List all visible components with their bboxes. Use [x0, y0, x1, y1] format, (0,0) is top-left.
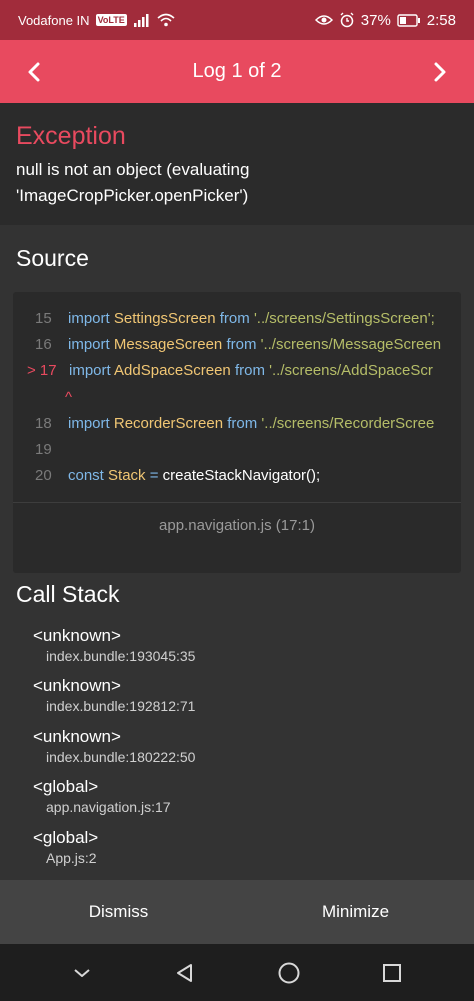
code-line: 19: [13, 437, 461, 463]
code-frame[interactable]: 15 import SettingsScreen from '../screens…: [13, 292, 461, 573]
frame-function: <unknown>: [33, 626, 121, 645]
minimize-button[interactable]: Minimize: [237, 880, 474, 944]
status-bar: Vodafone IN VoLTE 37% 2:58: [0, 0, 474, 40]
code-keyword: from: [234, 362, 265, 380]
log-header: Log 1 of 2: [0, 40, 474, 103]
stack-frames: <unknown> index.bundle:193045:35 <unknow…: [33, 625, 195, 877]
nav-back-button[interactable]: [165, 953, 205, 993]
frame-location: index.bundle:192812:71: [46, 698, 196, 715]
exception-message-line: null is not an object (evaluating: [16, 160, 250, 179]
battery-percent: 37%: [360, 11, 391, 29]
line-number: 19: [35, 440, 52, 458]
recents-square-icon: [383, 963, 402, 982]
nav-recents-button[interactable]: [372, 953, 412, 993]
back-triangle-icon: [177, 963, 193, 982]
stack-frame[interactable]: <global> App.js:2: [33, 827, 195, 877]
code-identifier: SettingsScreen: [113, 310, 216, 327]
frame-location: index.bundle:180222:50: [46, 748, 196, 765]
code-line-highlighted: > 17 import AddSpaceScreen from '../scree…: [13, 358, 461, 384]
code-keyword: const: [68, 467, 104, 485]
code-lines: 15 import SettingsScreen from '../screens…: [13, 306, 461, 489]
status-right: 37% 2:58: [314, 11, 456, 29]
volte-badge: VoLTE: [95, 14, 127, 26]
stack-frame[interactable]: <unknown> index.bundle:192812:71: [33, 675, 195, 725]
next-log-button[interactable]: [410, 40, 470, 103]
code-string: '../screens/SettingsScreen';: [253, 310, 435, 327]
signal-icon: [133, 14, 149, 27]
source-section: Source 15 import SettingsScreen from '../…: [0, 225, 474, 573]
carrier-name: Vodafone IN: [18, 12, 90, 28]
code-identifier: Stack: [108, 467, 146, 485]
code-operator: =: [149, 467, 159, 485]
frame-function: <unknown>: [33, 726, 121, 746]
code-string: '../screens/AddSpaceScr: [269, 362, 433, 380]
stack-frame[interactable]: <unknown> index.bundle:180222:50: [33, 726, 195, 776]
dismiss-button[interactable]: Dismiss: [0, 880, 237, 944]
nav-home-button[interactable]: [269, 953, 309, 993]
frame-function: <global>: [33, 827, 99, 847]
code-line: 20 const Stack = createStackNavigator();: [13, 463, 461, 489]
nav-hide-button[interactable]: [62, 953, 102, 993]
code-keyword: import: [68, 310, 110, 327]
line-number: 18: [35, 414, 52, 432]
code-string: '../screens/MessageScreen: [260, 336, 442, 354]
log-title: Log 1 of 2: [192, 60, 282, 82]
line-number: 15: [35, 310, 52, 327]
previous-log-button[interactable]: [4, 40, 64, 103]
frame-function: <unknown>: [33, 676, 121, 696]
code-keyword: from: [219, 310, 250, 327]
source-file-location: app.navigation.js (17:1): [13, 502, 461, 548]
source-title: Source: [16, 245, 89, 271]
code-keyword: from: [226, 336, 257, 354]
system-nav-bar: [0, 944, 474, 1001]
call-stack-title: Call Stack: [16, 581, 120, 607]
stack-frame[interactable]: <global> app.navigation.js:17: [33, 776, 195, 826]
line-number: 16: [35, 336, 52, 354]
frame-location: index.bundle:193045:35: [46, 648, 196, 664]
eye-icon: [314, 15, 333, 25]
line-number: 20: [35, 467, 52, 485]
stack-frame[interactable]: <unknown> index.bundle:193045:35: [33, 625, 195, 675]
frame-function: <global>: [33, 777, 99, 797]
code-identifier: MessageScreen: [113, 336, 223, 354]
chevron-left-icon: [28, 62, 40, 81]
code-identifier: AddSpaceScreen: [114, 362, 231, 380]
code-string: '../screens/RecorderScree: [261, 414, 435, 432]
call-stack-section: Call Stack <unknown> index.bundle:193045…: [0, 573, 474, 880]
code-line: 15 import SettingsScreen from '../screens…: [13, 306, 461, 332]
alarm-icon: [340, 12, 354, 28]
clock-time: 2:58: [426, 11, 456, 29]
exception-message-line: 'ImageCropPicker.openPicker'): [16, 186, 249, 205]
code-line: 16 import MessageScreen from '../screens/…: [13, 332, 461, 358]
line-number: > 17: [27, 362, 57, 380]
frame-location: app.navigation.js:17: [46, 799, 171, 816]
code-keyword: import: [68, 336, 110, 354]
code-keyword: from: [227, 414, 258, 432]
frame-location: App.js:2: [46, 849, 97, 866]
wifi-icon: [157, 13, 175, 27]
code-plain: createStackNavigator();: [162, 467, 321, 485]
code-identifier: RecorderScreen: [113, 414, 224, 432]
status-left: Vodafone IN VoLTE: [18, 13, 175, 28]
exception-section: Exception null is not an object (evaluat…: [0, 103, 474, 225]
exception-title: Exception: [16, 122, 126, 150]
code-keyword: import: [68, 414, 110, 432]
error-caret: ^: [65, 388, 73, 406]
exception-message: null is not an object (evaluating 'Image…: [16, 157, 458, 209]
chevron-right-icon: [434, 62, 446, 81]
home-circle-icon: [278, 962, 300, 983]
action-bar: Dismiss Minimize: [0, 880, 474, 944]
code-line: 18 import RecorderScreen from '../screens…: [13, 411, 461, 437]
chevron-down-icon: [74, 968, 90, 977]
battery-icon: [397, 13, 420, 27]
code-keyword: import: [69, 362, 111, 380]
